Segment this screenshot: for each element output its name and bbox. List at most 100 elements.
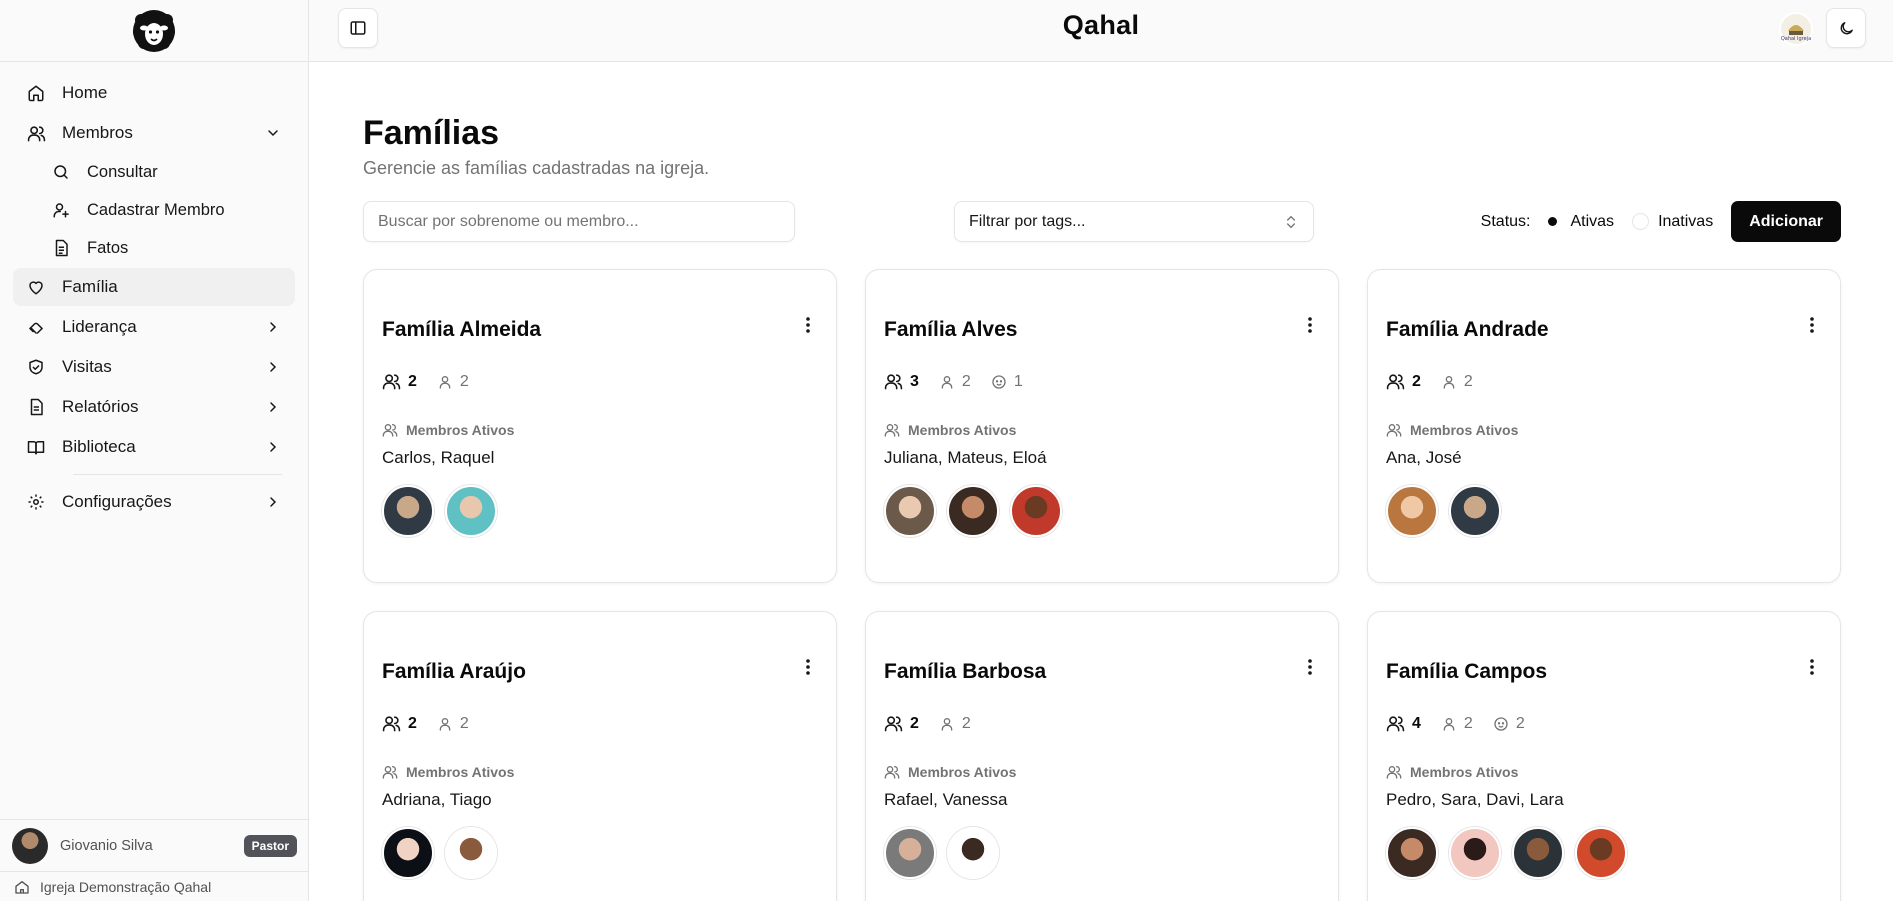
baby-icon: [992, 374, 1006, 389]
users-icon: [1386, 374, 1405, 390]
total-members-stat: 2: [382, 372, 417, 391]
family-card[interactable]: Família Araújo 2 2 Membros Ativos Adrian…: [363, 611, 837, 901]
page-title: Famílias: [363, 114, 500, 152]
avatar: [12, 827, 48, 864]
sidebar-item-visitas[interactable]: Visitas: [13, 348, 295, 386]
sidebar-item-familia[interactable]: Família: [13, 268, 295, 306]
sidebar-item-label: Membros: [62, 123, 133, 142]
chevron-right-icon: [264, 318, 282, 336]
more-vertical-icon[interactable]: [800, 656, 816, 678]
search-input[interactable]: [363, 201, 795, 242]
tag-filter-select[interactable]: Filtrar por tags...: [954, 201, 1314, 242]
sidebar-item-consultar[interactable]: Consultar: [38, 154, 295, 190]
family-name: Família Campos: [1386, 660, 1548, 683]
status-option-ativas[interactable]: Ativas: [1544, 213, 1614, 231]
sidebar-item-relatorios[interactable]: Relatórios: [13, 388, 295, 426]
chevron-right-icon: [264, 358, 282, 376]
add-family-button[interactable]: Adicionar: [1731, 201, 1841, 242]
home-icon: [26, 83, 46, 103]
user-profile[interactable]: Giovanio Silva Pastor: [0, 819, 309, 871]
member-avatar[interactable]: [1010, 485, 1062, 537]
children-count: 1: [1013, 372, 1023, 390]
member-avatars: [884, 827, 1010, 879]
sidebar-item-cadastrar-membro[interactable]: Cadastrar Membro: [38, 192, 295, 228]
member-avatar[interactable]: [445, 827, 497, 879]
active-members-label: Membros Ativos: [908, 422, 1017, 438]
member-avatar[interactable]: [445, 485, 497, 537]
family-card[interactable]: Família Andrade 2 2 Membros Ativos Ana, …: [1367, 269, 1841, 583]
member-avatar[interactable]: [382, 485, 434, 537]
sidebar-item-biblioteca[interactable]: Biblioteca: [13, 428, 295, 466]
adults-stat: 2: [437, 715, 469, 733]
sidebar-item-label: Liderança: [62, 317, 137, 336]
sidebar-item-fatos[interactable]: Fatos: [38, 230, 295, 266]
member-avatar[interactable]: [1512, 827, 1564, 879]
adults-stat: 2: [939, 373, 971, 391]
more-vertical-icon[interactable]: [1302, 314, 1318, 336]
status-option-label: Inativas: [1658, 212, 1714, 230]
sheep-logo[interactable]: [131, 8, 177, 54]
more-vertical-icon[interactable]: [1302, 656, 1318, 678]
active-members-label: Membros Ativos: [1410, 764, 1519, 780]
active-members-heading: Membros Ativos: [382, 764, 514, 780]
user-icon: [941, 375, 953, 389]
adults-stat: 2: [1441, 715, 1473, 733]
active-members-heading: Membros Ativos: [884, 764, 1016, 780]
church-selector[interactable]: Igreja Demonstração Qahal: [0, 871, 309, 901]
member-avatar[interactable]: [1575, 827, 1627, 879]
family-card[interactable]: Família Alves 3 2 1 Membros Ativos Julia…: [865, 269, 1339, 583]
total-count: 4: [1412, 714, 1421, 732]
church-icon: [14, 879, 30, 895]
more-vertical-icon[interactable]: [800, 314, 816, 336]
user-icon: [439, 717, 451, 731]
gear-icon: [26, 492, 46, 512]
status-option-inativas[interactable]: Inativas: [1632, 213, 1713, 231]
family-card[interactable]: Família Barbosa 2 2 Membros Ativos Rafae…: [865, 611, 1339, 901]
app-title: Qahal: [1062, 10, 1140, 40]
sidebar: Home Membros Consultar Cadastrar Membro …: [0, 0, 309, 901]
sidebar-item-label: Visitas: [62, 357, 112, 376]
family-name: Família Almeida: [382, 318, 542, 341]
family-name: Família Alves: [884, 318, 1018, 341]
family-card[interactable]: Família Campos 4 2 2 Membros Ativos Pedr…: [1367, 611, 1841, 901]
sidebar-item-configuracoes[interactable]: Configurações: [13, 483, 295, 521]
member-avatar[interactable]: [884, 827, 936, 879]
search-icon: [51, 162, 71, 182]
adults-count: 2: [459, 372, 469, 390]
active-members-label: Membros Ativos: [406, 422, 515, 438]
sidebar-item-lideranca[interactable]: Liderança: [13, 308, 295, 346]
family-stats: 2 2: [884, 714, 991, 733]
adults-stat: 2: [939, 715, 971, 733]
radio-indicator: [1632, 213, 1650, 230]
church-logo[interactable]: Qahal Igreja: [1779, 12, 1813, 46]
family-card[interactable]: Família Almeida 2 2 Membros Ativos Carlo…: [363, 269, 837, 583]
more-vertical-icon[interactable]: [1804, 656, 1820, 678]
active-members-label: Membros Ativos: [1410, 422, 1519, 438]
sidebar-item-home[interactable]: Home: [13, 74, 295, 112]
total-members-stat: 3: [884, 372, 919, 391]
member-avatar[interactable]: [382, 827, 434, 879]
total-count: 3: [910, 372, 919, 390]
more-vertical-icon[interactable]: [1804, 314, 1820, 336]
users-icon: [26, 123, 46, 143]
family-stats: 4 2 2: [1386, 714, 1545, 733]
children-stat: 1: [991, 373, 1023, 391]
member-avatar[interactable]: [1449, 485, 1501, 537]
family-name: Família Araújo: [382, 660, 526, 683]
member-avatar[interactable]: [947, 827, 999, 879]
member-avatar[interactable]: [947, 485, 999, 537]
sidebar-item-membros[interactable]: Membros: [13, 114, 295, 152]
page-subtitle: Gerencie as famílias cadastradas na igre…: [363, 158, 710, 178]
theme-toggle-button[interactable]: [1826, 8, 1866, 48]
member-avatar[interactable]: [884, 485, 936, 537]
membros-submenu: Consultar Cadastrar Membro Fatos: [13, 154, 295, 266]
member-avatar[interactable]: [1386, 827, 1438, 879]
member-avatar[interactable]: [1386, 485, 1438, 537]
chevron-right-icon: [264, 438, 282, 456]
member-avatars: [1386, 827, 1638, 879]
users-icon: [382, 716, 401, 732]
member-avatar[interactable]: [1449, 827, 1501, 879]
adults-count: 2: [1463, 714, 1473, 732]
chevron-right-icon: [264, 398, 282, 416]
church-logo-text: Qahal Igreja: [1781, 36, 1811, 42]
